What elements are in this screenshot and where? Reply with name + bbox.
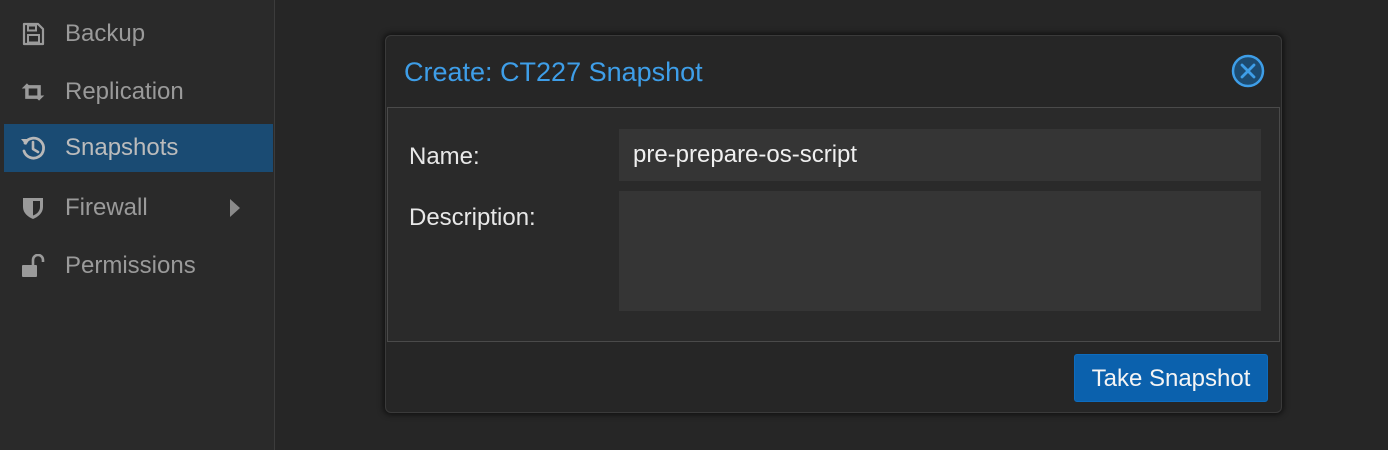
name-field[interactable] [619,129,1261,181]
description-field[interactable] [619,191,1261,311]
create-snapshot-dialog: Create: CT227 Snapshot Name: Description… [385,35,1282,413]
sidebar-item-firewall[interactable]: Firewall [4,184,273,232]
floppy-disk-icon [20,22,46,46]
sidebar-item-label: Permissions [65,252,196,279]
dialog-form: Name: Description: [387,107,1280,342]
sidebar-item-label: Firewall [65,194,148,221]
unlock-icon [20,254,46,278]
chevron-right-icon[interactable] [230,199,240,217]
history-icon [20,136,46,160]
sidebar-item-label: Replication [65,78,184,105]
sidebar-item-label: Snapshots [65,134,179,161]
dialog-title: Create: CT227 Snapshot [404,57,703,87]
sidebar-item-replication[interactable]: Replication [4,68,273,116]
take-snapshot-button[interactable]: Take Snapshot [1074,354,1268,402]
sidebar-item-label: Backup [65,20,146,47]
close-icon[interactable] [1231,54,1265,88]
shield-icon [20,196,46,220]
description-label: Description: [409,204,536,231]
app-root: Backup Replication Snapshots Firewall Pe… [0,0,1388,450]
sidebar-item-snapshots[interactable]: Snapshots [4,124,273,172]
sidebar-item-backup[interactable]: Backup [4,10,273,58]
retweet-icon [20,80,46,104]
sidebar: Backup Replication Snapshots Firewall Pe… [0,0,275,450]
sidebar-item-permissions[interactable]: Permissions [4,242,273,290]
name-label: Name: [409,143,480,170]
